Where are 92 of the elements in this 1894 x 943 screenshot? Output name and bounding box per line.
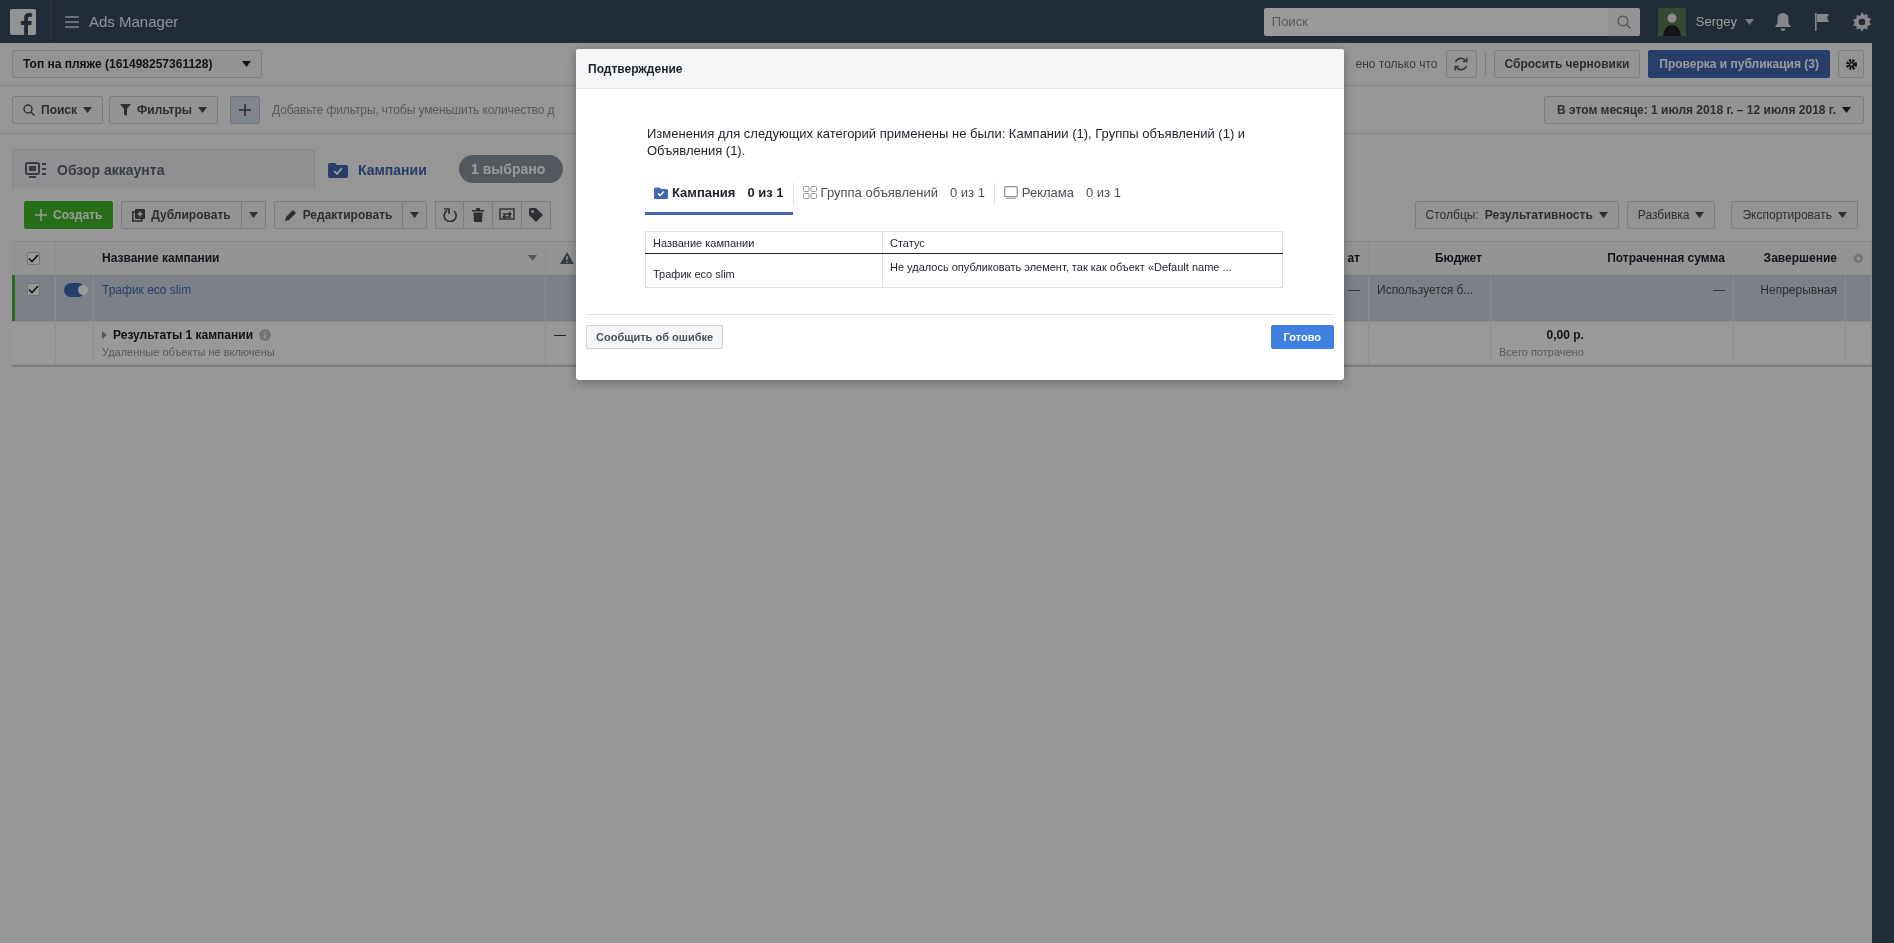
caret-icon <box>248 212 258 218</box>
reset-drafts-button[interactable]: Сбросить черновики <box>1493 50 1641 78</box>
swap-icon <box>499 208 516 222</box>
plus-icon <box>35 209 47 221</box>
column-header: Статус <box>882 231 1283 254</box>
search-button[interactable]: Поиск <box>12 95 103 124</box>
undo-icon <box>442 208 457 222</box>
column-header[interactable]: Завершение <box>1734 242 1846 275</box>
undo-button[interactable] <box>435 201 465 229</box>
table-cell: Трафик eco slim <box>645 253 883 288</box>
flag-icon[interactable] <box>1814 12 1830 31</box>
screen-icon <box>1003 186 1018 199</box>
search-icon <box>1616 14 1631 29</box>
tag-button[interactable] <box>522 201 552 229</box>
dialog-message: Изменения для следующих категорий применены не были: Кампании (1), Группы объявлений (1) и Объявления (1). <box>647 125 1247 159</box>
total-spent: 0,00 р. <box>1546 328 1584 342</box>
column-header[interactable]: ат <box>1347 251 1360 265</box>
column-header[interactable]: Название кампании <box>94 242 546 275</box>
tag-icon <box>529 208 544 222</box>
caret-icon <box>1745 18 1754 25</box>
settings-button[interactable] <box>1838 50 1864 78</box>
done-button[interactable]: Готово <box>1270 325 1334 349</box>
avatar-icon[interactable] <box>1657 7 1686 36</box>
selection-badge: 1 выбрано <box>459 155 563 183</box>
dialog-title: Подтверждение <box>588 61 683 76</box>
plus-icon <box>239 103 252 116</box>
refresh-icon <box>1453 56 1470 72</box>
duplicate-button[interactable]: Дублировать <box>121 201 242 229</box>
dialog-tab[interactable]: Группа объявлений 0 из 1 <box>793 173 994 215</box>
compare-button[interactable] <box>493 201 523 229</box>
dialog-tab[interactable]: Реклама 0 из 1 <box>994 173 1130 215</box>
caret-icon <box>528 255 537 261</box>
filter-icon <box>120 103 131 116</box>
dashboard-icon <box>25 161 47 178</box>
dialog-tab[interactable]: Кампания 0 из 1 <box>645 173 793 215</box>
refresh-button[interactable] <box>1445 50 1477 78</box>
caret-icon <box>198 106 208 113</box>
toggle-switch[interactable] <box>64 283 85 297</box>
table-cell: Используется б... <box>1369 275 1491 322</box>
caret-icon <box>242 61 251 67</box>
settings-icon[interactable] <box>1852 11 1872 32</box>
user-menu[interactable]: Sergey <box>1695 14 1754 29</box>
campaign-link[interactable]: Трафик eco slim <box>102 283 192 297</box>
warning-icon <box>560 252 574 264</box>
export-button[interactable]: Экспортировать <box>1731 201 1858 229</box>
search-icon <box>23 103 35 116</box>
grid-icon <box>802 186 817 199</box>
table-cell: Непрерывная <box>1734 275 1846 322</box>
search-field[interactable]: Поиск <box>1263 7 1608 36</box>
table-cell: Не удалось опубликовать элемент, так как объект «Default name ... <box>882 253 1283 288</box>
summary-title: Результаты 1 кампании <box>113 328 253 342</box>
notifications-icon[interactable] <box>1774 12 1792 31</box>
caret-icon <box>83 106 92 113</box>
edit-button[interactable]: Редактировать <box>273 201 404 229</box>
folder-check-icon <box>328 161 348 178</box>
publish-button[interactable]: Проверка и публикация (3) <box>1648 50 1830 78</box>
table-cell: — <box>1491 275 1734 322</box>
filter-hint: Добавьте фильтры, чтобы уменьшить количество д <box>272 102 555 117</box>
total-spent-label: Всего потрачено <box>1499 346 1584 358</box>
checkbox[interactable] <box>27 283 40 296</box>
column-header[interactable]: Бюджет <box>1369 242 1491 275</box>
dropdown-button[interactable] <box>403 201 428 229</box>
caret-icon <box>1842 106 1851 113</box>
column-header[interactable]: Потраченная сумма <box>1491 242 1734 275</box>
caret-icon <box>410 212 420 218</box>
expand-icon[interactable] <box>102 331 107 339</box>
caret-icon <box>1598 212 1608 218</box>
column-header: Название кампании <box>645 231 883 254</box>
date-range-selector[interactable]: В этом месяце: 1 июля 2018 г. – 12 июля 2018 г. <box>1544 95 1864 124</box>
account-selector[interactable]: Топ на пляже (161498257361128) <box>12 50 262 78</box>
filters-button[interactable]: Фильтры <box>109 95 219 124</box>
tab[interactable]: Обзор аккаунта <box>12 149 315 189</box>
folder-check-icon <box>654 186 668 199</box>
caret-icon <box>1695 212 1705 218</box>
settings-icon <box>1844 57 1858 71</box>
report-problem-button[interactable]: Сообщить об ошибке <box>586 325 724 349</box>
trash-icon <box>472 208 485 222</box>
summary-note: Удаленные объекты не включены <box>102 346 275 358</box>
pencil-icon <box>284 209 297 221</box>
app-title: Ads Manager <box>89 13 179 30</box>
save-status: ено только что <box>1355 57 1438 71</box>
duplicate-icon <box>132 208 146 222</box>
dropdown-button[interactable] <box>241 201 266 229</box>
caret-icon <box>1838 212 1847 218</box>
add-filter-button[interactable] <box>230 95 261 124</box>
menu-icon[interactable] <box>65 15 79 28</box>
logo-icon[interactable] <box>10 8 36 35</box>
search-button[interactable] <box>1607 7 1640 36</box>
breakdown-button[interactable]: Разбивка <box>1626 201 1716 229</box>
delete-button[interactable] <box>464 201 494 229</box>
columns-selector[interactable]: Столбцы: Результативность <box>1414 201 1619 229</box>
checkbox[interactable] <box>27 251 40 265</box>
